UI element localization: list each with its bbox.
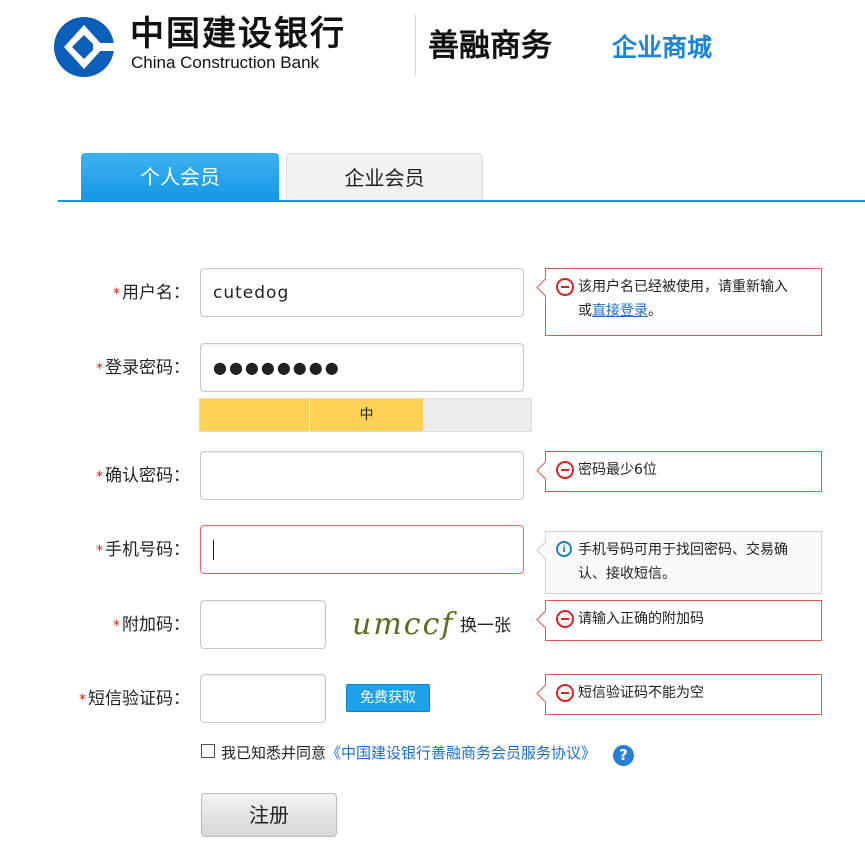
ccb-logo-icon [54, 17, 115, 77]
password-strength-meter: 中 [199, 398, 532, 432]
strength-weak-segment [200, 399, 310, 431]
captcha-image[interactable]: umccf [352, 604, 452, 646]
required-mark: * [113, 286, 120, 302]
brand-mall: 企业商城 [612, 33, 713, 62]
error-icon [556, 610, 574, 628]
password-input[interactable]: ●●●●●●●● [200, 343, 524, 392]
error-icon [556, 278, 574, 296]
error-icon [556, 461, 574, 479]
help-icon[interactable]: ? [613, 745, 634, 766]
error-icon [556, 684, 574, 702]
brand-name-cn: 中国建设银行 [130, 14, 346, 54]
text-cursor [213, 539, 214, 560]
captcha-refresh-link[interactable]: 换一张 [460, 611, 511, 636]
strength-strong-segment [423, 399, 531, 431]
sms-error-tip: 短信验证码不能为空 [545, 674, 822, 715]
password-error-tip: 密码最少6位 [545, 451, 822, 492]
tab-underline [58, 200, 865, 202]
confirm-password-input[interactable] [200, 451, 524, 500]
confirm-password-label: * 确认密码： [96, 466, 190, 486]
strength-medium-segment: 中 [310, 399, 423, 431]
get-sms-code-button[interactable]: 免费获取 [346, 684, 430, 712]
tab-enterprise-member[interactable]: 企业会员 [286, 153, 483, 201]
username-label: * 用户名： [113, 283, 190, 303]
sms-code-input[interactable] [200, 674, 326, 723]
username-input[interactable]: cutedog [200, 268, 524, 317]
captcha-error-tip: 请输入正确的附加码 [545, 600, 822, 641]
phone-label: * 手机号码： [96, 540, 190, 560]
password-label: * 登录密码： [96, 358, 190, 378]
brand-name-en: China Construction Bank [131, 53, 320, 72]
direct-login-link[interactable]: 直接登录 [592, 303, 648, 319]
captcha-label: * 附加码： [113, 615, 190, 635]
tab-personal-member[interactable]: 个人会员 [81, 153, 279, 201]
username-error-tip: 该用户名已经被使用，请重新输入 或直接登录。 [545, 268, 822, 336]
agreement-checkbox[interactable] [201, 744, 215, 758]
captcha-input[interactable] [200, 600, 326, 649]
password-value: ●●●●●●●● [213, 358, 341, 377]
agreement-text: 我已知悉并同意《中国建设银行善融商务会员服务协议》 [221, 744, 597, 762]
sms-code-label: * 短信验证码： [79, 689, 190, 709]
username-value: cutedog [213, 282, 290, 303]
service-agreement-link[interactable]: 《中国建设银行善融商务会员服务协议》 [326, 744, 596, 762]
brand-divider [415, 14, 416, 76]
phone-input[interactable] [200, 525, 524, 574]
brand-subtitle: 善融商务 [428, 28, 552, 64]
phone-info-tip: i 手机号码可用于找回密码、交易确认、接收短信。 [545, 531, 822, 594]
register-button[interactable]: 注册 [201, 793, 337, 837]
info-icon: i [556, 541, 572, 557]
